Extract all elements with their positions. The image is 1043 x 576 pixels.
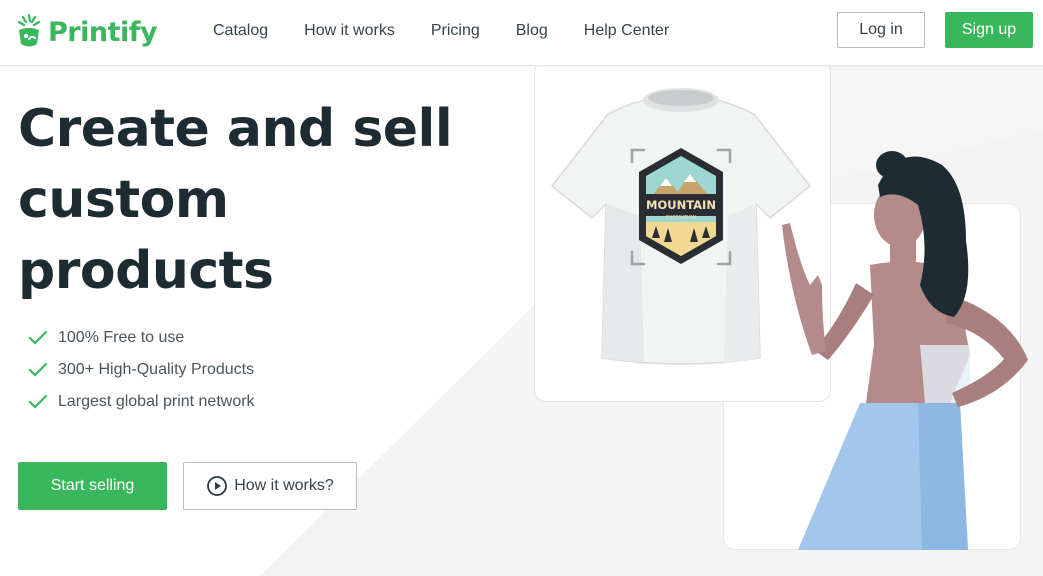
logo-text: Printify <box>48 16 158 48</box>
design-subtitle: EXPEDITION <box>666 215 697 221</box>
top-navbar: Printify Catalog How it works Pricing Bl… <box>0 0 1043 66</box>
woman-illustration <box>782 151 1028 550</box>
nav-blog[interactable]: Blog <box>498 22 566 40</box>
printify-logo[interactable]: Printify <box>16 12 158 52</box>
check-icon <box>28 330 48 345</box>
how-it-works-button[interactable]: How it works? <box>183 462 357 510</box>
design-title: MOUNTAIN <box>646 198 716 212</box>
nav-pricing[interactable]: Pricing <box>413 22 498 40</box>
main-nav: Catalog How it works Pricing Blog Help C… <box>195 0 687 62</box>
feature-item: 100% Free to use <box>28 322 255 354</box>
how-it-works-label: How it works? <box>234 477 334 494</box>
feature-text: 300+ High-Quality Products <box>58 361 255 378</box>
start-selling-button[interactable]: Start selling <box>18 462 167 510</box>
feature-text: Largest global print network <box>58 393 255 410</box>
play-circle-icon <box>207 476 228 496</box>
nav-help-center[interactable]: Help Center <box>566 22 687 40</box>
printify-logo-icon <box>17 14 41 47</box>
feature-item: 300+ High-Quality Products <box>28 354 255 386</box>
feature-list: 100% Free to use 300+ High-Quality Produ… <box>28 322 255 418</box>
nav-how-it-works[interactable]: How it works <box>286 22 413 40</box>
signup-button[interactable]: Sign up <box>945 12 1033 48</box>
login-button[interactable]: Log in <box>837 12 925 48</box>
check-icon <box>28 362 48 377</box>
feature-item: Largest global print network <box>28 386 255 418</box>
hero-title: Create and sell custom products <box>18 99 453 301</box>
check-icon <box>28 394 48 409</box>
feature-text: 100% Free to use <box>58 329 185 346</box>
nav-catalog[interactable]: Catalog <box>195 22 286 40</box>
